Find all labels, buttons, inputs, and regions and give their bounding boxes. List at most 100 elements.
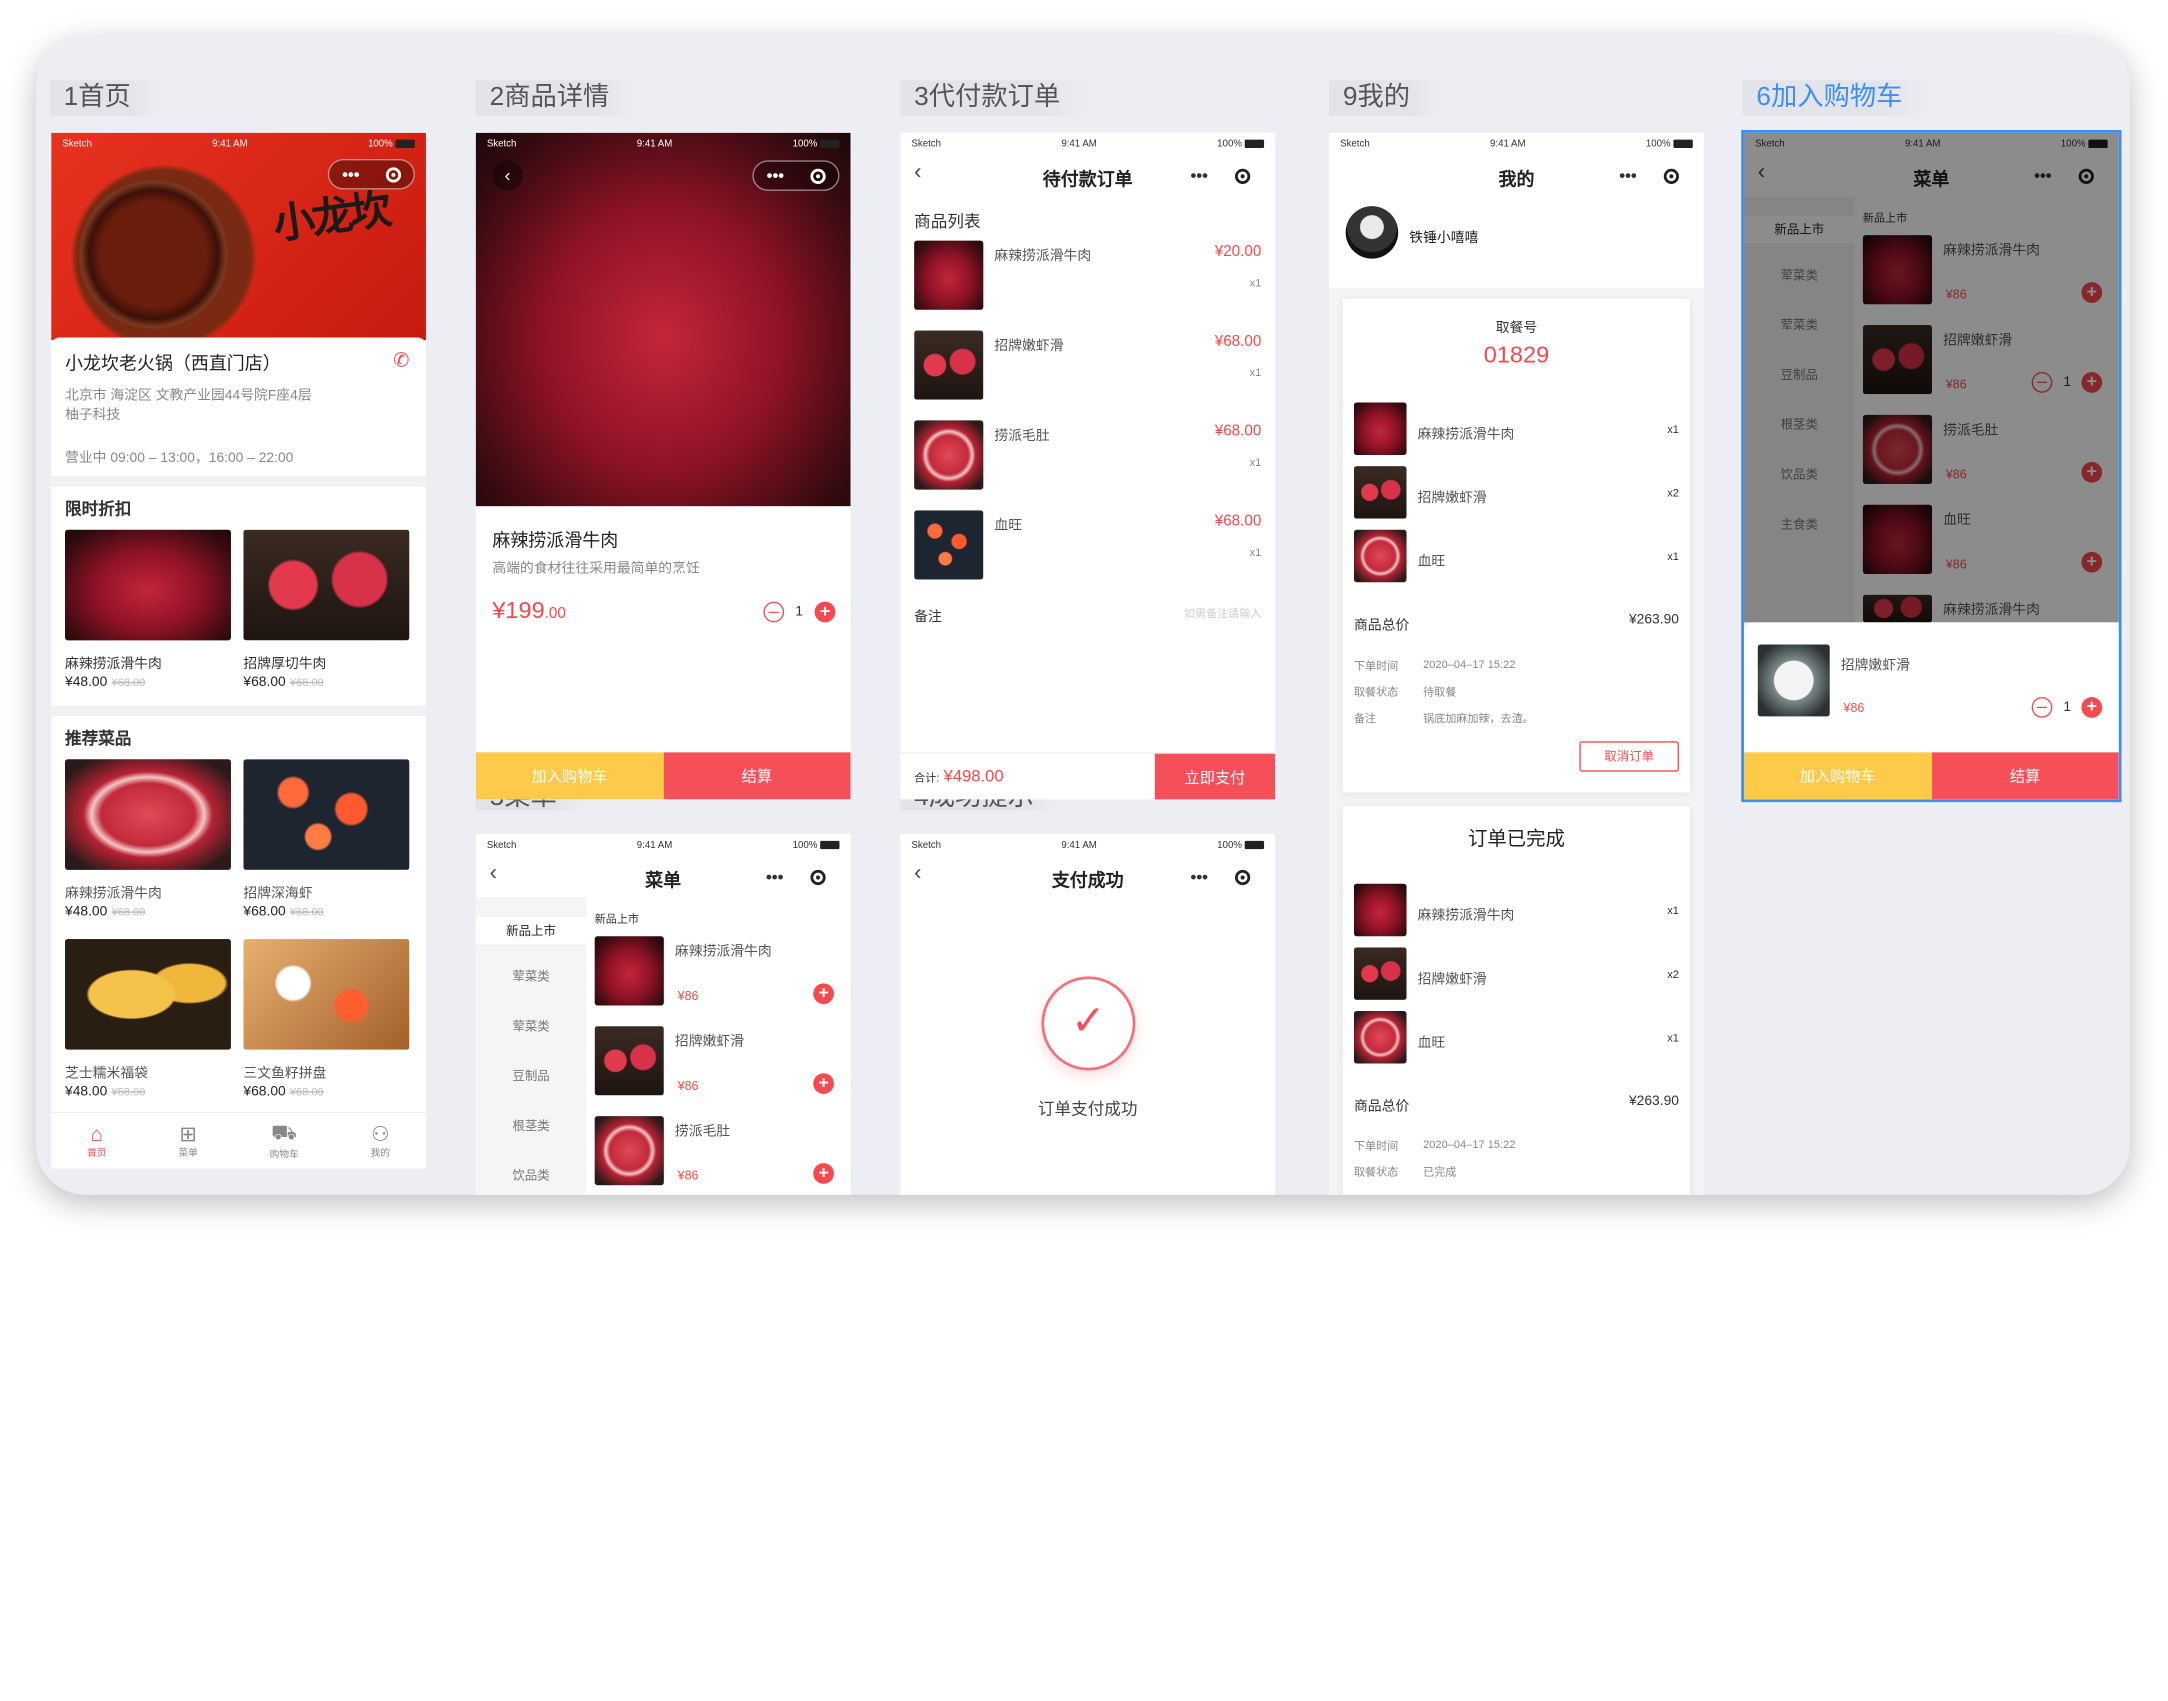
recommend-item-name[interactable]: 招牌深海虾 — [243, 881, 312, 902]
category-item[interactable]: 新品上市 — [475, 916, 587, 945]
order-item-name: 血旺 — [994, 518, 1023, 534]
phone-icon[interactable]: ✆ — [393, 349, 409, 373]
menu-item-price: ¥86 — [677, 1078, 699, 1093]
add-to-cart-button[interactable]: 加入购物车 — [1743, 752, 1932, 800]
order-item-image — [914, 240, 984, 310]
miniprogram-capsule[interactable]: ••• — [752, 861, 840, 893]
close-target-icon[interactable] — [809, 168, 826, 184]
add-item-button[interactable]: + — [813, 983, 834, 1005]
category-item[interactable]: 荤菜类 — [476, 1017, 587, 1035]
miniprogram-capsule[interactable]: ••• — [327, 159, 415, 190]
more-icon[interactable]: ••• — [1619, 166, 1636, 185]
order-time-label: 下单时间 — [1353, 659, 1399, 673]
order-note-label: 备注 — [1353, 712, 1377, 725]
recommend-item-name[interactable]: 芝士糯米福袋 — [65, 1061, 148, 1081]
more-icon[interactable]: ••• — [766, 867, 783, 886]
checkout-button[interactable]: 结算 — [663, 752, 851, 800]
original-price: ¥68.00 — [289, 1085, 324, 1099]
menu-item-name[interactable]: 招牌嫩虾滑 — [675, 1029, 744, 1049]
total-label: 商品总价 — [1353, 1099, 1410, 1115]
menu-item-image[interactable] — [594, 936, 664, 1006]
tab-bar: ⌂ 首页 ⊞ 菜单 ⛟ 购物车 ⚇ 我的 — [51, 1111, 426, 1169]
tab-label: 我的 — [370, 1149, 391, 1159]
more-icon[interactable]: ••• — [1191, 166, 1208, 185]
more-icon[interactable]: ••• — [342, 165, 359, 184]
decrease-button[interactable]: – — [763, 602, 785, 623]
tab-home[interactable]: ⌂ 首页 — [87, 1122, 106, 1159]
close-target-icon[interactable] — [1235, 869, 1251, 885]
miniprogram-capsule[interactable]: ••• — [1176, 160, 1265, 191]
discount-item-name[interactable]: 麻辣捞派滑牛肉 — [65, 651, 162, 672]
increase-button[interactable]: + — [814, 601, 836, 623]
cancel-order-button[interactable]: 取消订单 — [1579, 741, 1679, 772]
order-item-name: 捞派毛肚 — [994, 428, 1050, 444]
back-button[interactable]: ‹ — [492, 160, 523, 191]
recommend-item-image[interactable] — [243, 939, 410, 1050]
pay-now-button[interactable]: 立即支付 — [1154, 753, 1276, 800]
carrier: Sketch — [486, 840, 517, 850]
discount-item-name[interactable]: 招牌厚切牛肉 — [243, 651, 326, 672]
recommend-item-image[interactable] — [65, 939, 231, 1050]
total-label: 商品总价 — [1353, 618, 1410, 634]
user-icon: ⚇ — [371, 1122, 390, 1147]
close-target-icon[interactable] — [385, 166, 401, 182]
discount-item-image[interactable] — [243, 529, 410, 641]
note-input[interactable]: 如需备注请输入 — [1184, 606, 1261, 621]
decrease-button[interactable]: – — [2031, 697, 2053, 718]
recommend-item-image[interactable] — [65, 759, 231, 870]
action-bar: 加入购物车 结算 — [475, 752, 851, 800]
tab-cart[interactable]: ⛟ 购物车 — [270, 1121, 299, 1161]
miniprogram-capsule[interactable]: ••• — [1605, 160, 1693, 191]
original-price: ¥68.00 — [111, 905, 146, 919]
recommend-item-name[interactable]: 三文鱼籽拼盘 — [243, 1061, 326, 1081]
menu-item-name[interactable]: 捞派毛肚 — [675, 1119, 730, 1139]
close-target-icon[interactable] — [1663, 168, 1680, 184]
modal-overlay[interactable] — [1743, 132, 2119, 623]
clock: 9:41 AM — [212, 138, 248, 149]
increase-button[interactable]: + — [2081, 696, 2103, 718]
carrier: Sketch — [1340, 138, 1370, 149]
carrier: Sketch — [62, 138, 92, 149]
order-item-price: ¥68.00 — [1214, 423, 1262, 440]
cart-screen: Sketch 9:41 AM 100% ‹ 菜单 ••• 新品上市 荤菜类 荤菜类 … — [1741, 130, 2122, 803]
battery-level: 100% — [792, 138, 818, 149]
status-bar: Sketch 9:41 AM 100% — [476, 133, 851, 155]
list-title: 商品列表 — [914, 211, 981, 231]
discount-item-image[interactable] — [65, 529, 231, 641]
order-item-name: 招牌嫩虾滑 — [994, 338, 1064, 355]
close-target-icon[interactable] — [810, 869, 826, 885]
battery-icon — [820, 139, 840, 148]
menu-item-name[interactable]: 麻辣捞派滑牛肉 — [675, 939, 772, 960]
pay-bar: 合计: ¥498.00 立即支付 — [900, 752, 1276, 800]
tab-label: 购物车 — [269, 1149, 299, 1160]
recommend-item-name[interactable]: 麻辣捞派滑牛肉 — [65, 881, 162, 902]
recommend-item-image[interactable] — [243, 759, 410, 870]
tab-menu[interactable]: ⊞ 菜单 — [178, 1122, 197, 1161]
order-item-name: 麻辣捞派滑牛肉 — [1417, 427, 1515, 443]
menu-item-image[interactable] — [594, 1026, 664, 1096]
cart-icon: ⛟ — [271, 1120, 298, 1145]
category-item[interactable]: 饮品类 — [476, 1166, 587, 1184]
more-icon[interactable]: ••• — [767, 166, 784, 185]
tab-mine[interactable]: ⚇ 我的 — [371, 1122, 390, 1161]
category-item[interactable]: 荤菜类 — [476, 967, 587, 985]
success-check-icon: ✓ — [1041, 976, 1136, 1071]
avatar[interactable] — [1345, 206, 1399, 259]
menu-item-image[interactable] — [594, 1116, 664, 1186]
add-item-button[interactable]: + — [813, 1073, 834, 1094]
recommend-title: 推荐菜品 — [65, 728, 132, 749]
order-item-image — [1353, 529, 1407, 583]
total-label: 合计: — [914, 771, 940, 785]
checkout-button[interactable]: 结算 — [1931, 752, 2119, 800]
original-price: ¥68.00 — [289, 676, 324, 689]
close-target-icon[interactable] — [1235, 168, 1251, 184]
order-item-image — [1353, 1010, 1407, 1064]
section-divider — [51, 705, 426, 717]
add-to-cart-button[interactable]: 加入购物车 — [475, 752, 664, 800]
category-item[interactable]: 豆制品 — [476, 1066, 587, 1084]
more-icon[interactable]: ••• — [1191, 867, 1208, 886]
add-item-button[interactable]: + — [813, 1162, 834, 1184]
category-item[interactable]: 根茎类 — [476, 1116, 587, 1134]
miniprogram-capsule[interactable]: ••• — [752, 160, 840, 191]
miniprogram-capsule[interactable]: ••• — [1176, 861, 1265, 893]
